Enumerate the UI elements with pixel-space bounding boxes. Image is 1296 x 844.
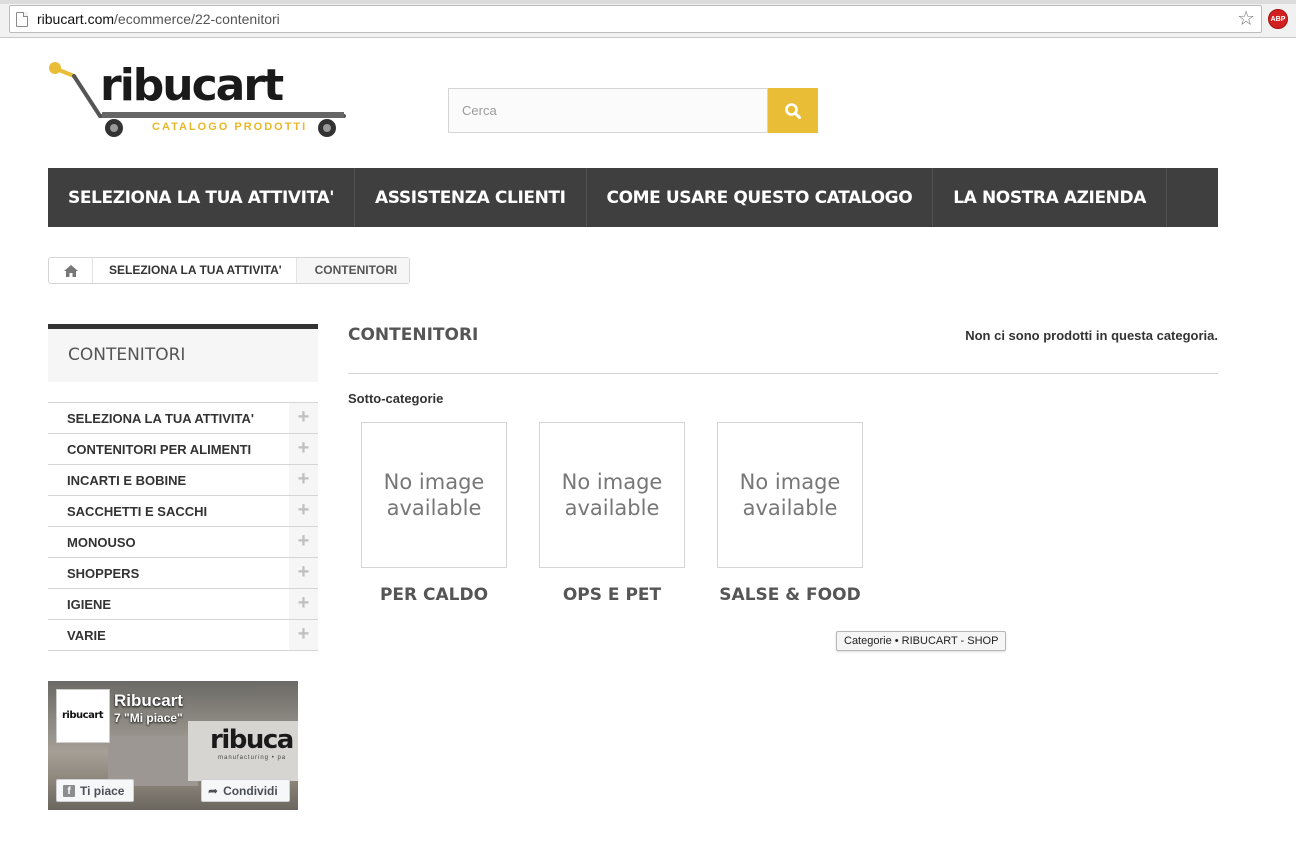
expand-plus-icon[interactable]: + bbox=[289, 589, 318, 619]
subcategory-name[interactable]: SALSE & FOOD bbox=[717, 585, 863, 605]
category-item-monouso[interactable]: MONOUSO + bbox=[48, 527, 318, 558]
category-label: MONOUSO bbox=[67, 535, 136, 550]
facebook-page-name[interactable]: Ribucart bbox=[114, 691, 183, 711]
search-icon bbox=[785, 103, 801, 119]
expand-plus-icon[interactable]: + bbox=[289, 496, 318, 526]
bookmark-star-icon[interactable]: ☆ bbox=[1237, 8, 1255, 30]
no-image-text: No image available bbox=[383, 470, 485, 520]
cover-brand-text: ribuca bbox=[210, 725, 294, 755]
subcategory-name[interactable]: PER CALDO bbox=[361, 585, 507, 605]
expand-plus-icon[interactable]: + bbox=[289, 434, 318, 464]
sidebar-title: CONTENITORI bbox=[48, 324, 318, 382]
category-item-seleziona-attivita[interactable]: SELEZIONA LA TUA ATTIVITA' + bbox=[48, 403, 318, 434]
cover-brand-subtext: manufacturing • pa bbox=[218, 755, 287, 761]
category-label: VARIE bbox=[67, 628, 106, 643]
browser-toolbar: ribucart.com/ecommerce/22-contenitori ☆ … bbox=[0, 0, 1296, 38]
facebook-like-count: 7 "Mi piace" bbox=[114, 711, 183, 725]
breadcrumb-current: CONTENITORI bbox=[296, 258, 410, 283]
subcategory-image-placeholder[interactable]: No image available bbox=[539, 422, 685, 568]
address-bar[interactable]: ribucart.com/ecommerce/22-contenitori ☆ bbox=[9, 5, 1262, 33]
page-icon bbox=[16, 12, 28, 27]
category-heading: CONTENITORI bbox=[348, 325, 479, 345]
expand-plus-icon[interactable]: + bbox=[289, 465, 318, 495]
menu-item-assistenza-clienti[interactable]: ASSISTENZA CLIENTI bbox=[355, 168, 587, 227]
subcategory-card-per-caldo: No image available PER CALDO bbox=[361, 422, 507, 605]
adblock-extension-icon[interactable]: ABP bbox=[1268, 9, 1288, 29]
facebook-like-button[interactable]: f Ti piace bbox=[56, 779, 134, 802]
avatar-logo-text: ribucart bbox=[62, 710, 104, 721]
subcategory-image-placeholder[interactable]: No image available bbox=[361, 422, 507, 568]
search-input[interactable] bbox=[448, 88, 768, 133]
like-label: Ti piace bbox=[80, 783, 125, 798]
category-label: IGIENE bbox=[67, 597, 112, 612]
menu-item-come-usare-catalogo[interactable]: COME USARE QUESTO CATALOGO bbox=[587, 168, 934, 227]
no-image-text: No image available bbox=[739, 470, 841, 520]
category-label: SACCHETTI E SACCHI bbox=[67, 504, 208, 519]
category-item-incarti-bobine[interactable]: INCARTI E BOBINE + bbox=[48, 465, 318, 496]
expand-plus-icon[interactable]: + bbox=[289, 620, 318, 650]
category-label: SHOPPERS bbox=[67, 566, 140, 581]
category-label: INCARTI E BOBINE bbox=[67, 473, 187, 488]
category-item-sacchetti-sacchi[interactable]: SACCHETTI E SACCHI + bbox=[48, 496, 318, 527]
category-item-igiene[interactable]: IGIENE + bbox=[48, 589, 318, 620]
url-path: /ecommerce/22-contenitori bbox=[114, 11, 280, 27]
url-text[interactable]: ribucart.com/ecommerce/22-contenitori bbox=[37, 11, 280, 27]
menu-item-nostra-azienda[interactable]: LA NOSTRA AZIENDA bbox=[933, 168, 1167, 227]
url-host: ribucart.com bbox=[37, 11, 115, 27]
facebook-page-avatar[interactable]: ribucart bbox=[56, 689, 110, 743]
heading-divider bbox=[348, 373, 1218, 374]
empty-category-message: Non ci sono prodotti in questa categoria… bbox=[965, 328, 1218, 343]
facebook-page-widget[interactable]: ribuca manufacturing • pa ribucart Ribuc… bbox=[48, 681, 298, 810]
category-tree: SELEZIONA LA TUA ATTIVITA' + CONTENITORI… bbox=[48, 402, 318, 651]
category-label: CONTENITORI PER ALIMENTI bbox=[67, 442, 252, 457]
subcategory-card-salse-food: No image available SALSE & FOOD bbox=[717, 422, 863, 605]
breadcrumb: SELEZIONA LA TUA ATTIVITA' CONTENITORI bbox=[48, 257, 411, 284]
title-tooltip: Categorie • RIBUCART - SHOP bbox=[836, 631, 1007, 651]
no-image-text: No image available bbox=[561, 470, 663, 520]
breadcrumb-home[interactable] bbox=[49, 258, 93, 283]
facebook-f-icon: f bbox=[63, 784, 75, 797]
category-label: SELEZIONA LA TUA ATTIVITA' bbox=[67, 411, 255, 426]
search-button[interactable] bbox=[768, 88, 818, 133]
site-logo[interactable]: ribucart CATALOGO PRODOTTI bbox=[48, 58, 348, 140]
facebook-share-button[interactable]: ➦ Condividi bbox=[201, 779, 290, 802]
breadcrumb-parent-link[interactable]: SELEZIONA LA TUA ATTIVITA' bbox=[93, 258, 297, 283]
category-item-shoppers[interactable]: SHOPPERS + bbox=[48, 558, 318, 589]
logo-tagline: CATALOGO PRODOTTI bbox=[152, 121, 308, 133]
tab-strip bbox=[0, 0, 1296, 4]
expand-plus-icon[interactable]: + bbox=[289, 403, 318, 433]
share-label: Condividi bbox=[223, 783, 278, 798]
subcategory-card-ops-pet: No image available OPS E PET bbox=[539, 422, 685, 605]
logo-wordmark: ribucart bbox=[100, 60, 284, 111]
menu-item-seleziona-attivita[interactable]: SELEZIONA LA TUA ATTIVITA' bbox=[48, 168, 356, 227]
subcategory-image-placeholder[interactable]: No image available bbox=[717, 422, 863, 568]
home-icon bbox=[63, 264, 78, 277]
main-menu: SELEZIONA LA TUA ATTIVITA' ASSISTENZA CL… bbox=[48, 168, 1218, 227]
share-arrow-icon: ➦ bbox=[208, 783, 219, 798]
subcategory-name[interactable]: OPS E PET bbox=[539, 585, 685, 605]
expand-plus-icon[interactable]: + bbox=[289, 558, 318, 588]
subcategories-title: Sotto-categorie bbox=[348, 391, 444, 406]
category-item-varie[interactable]: VARIE + bbox=[48, 620, 318, 651]
expand-plus-icon[interactable]: + bbox=[289, 527, 318, 557]
category-item-contenitori-alimenti[interactable]: CONTENITORI PER ALIMENTI + bbox=[48, 434, 318, 465]
